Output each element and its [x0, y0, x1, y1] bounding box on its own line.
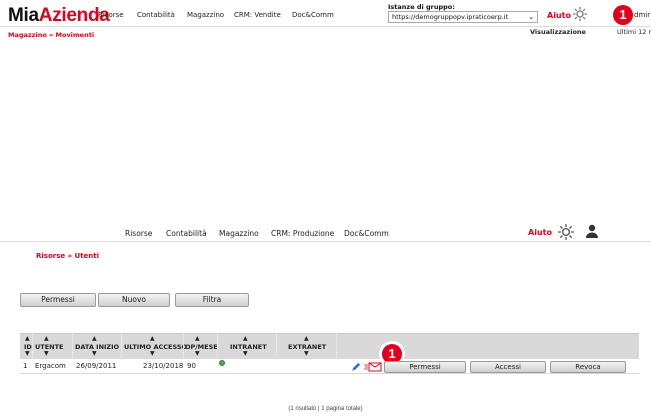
group-instances-label: Istanze di gruppo: — [388, 3, 455, 11]
nuovo-button[interactable]: Nuovo — [98, 293, 170, 307]
chevron-down-icon: ⌄ — [528, 13, 534, 21]
sort-up-icon[interactable]: ▲ — [243, 335, 248, 342]
help-link-2[interactable]: Aiuto — [528, 228, 552, 237]
filtra-button[interactable]: Filtra — [175, 293, 249, 307]
breadcrumb-2[interactable]: Risorse » Utenti — [36, 252, 99, 260]
sort-up-icon[interactable]: ▲ — [92, 335, 97, 342]
row-revoca-button[interactable]: Revoca — [550, 361, 626, 373]
row-accessi-button[interactable]: Accessi — [470, 361, 546, 373]
sort-down-icon[interactable]: ▼ — [44, 350, 49, 357]
user-name[interactable]: dmir — [634, 11, 650, 19]
nav2-contabilita[interactable]: Contabilità — [166, 229, 207, 238]
sort-up-icon[interactable]: ▲ — [25, 335, 30, 342]
row-permessi-button[interactable]: Permessi — [384, 361, 466, 373]
app-logo[interactable]: MiaAzienda — [8, 5, 110, 27]
notification-badge[interactable]: 1 — [613, 5, 633, 25]
sort-up-icon[interactable]: ▲ — [195, 335, 200, 342]
nav-crm-vendite[interactable]: CRM: Vendite — [234, 11, 281, 19]
nav-doc-comm[interactable]: Doc&Comm — [292, 11, 334, 19]
sort-down-icon[interactable]: ▼ — [195, 350, 200, 357]
cell-ultimo-accesso: 23/10/2018 — [143, 362, 184, 370]
user-icon[interactable] — [584, 223, 600, 239]
sort-down-icon[interactable]: ▼ — [25, 350, 30, 357]
results-summary: (1 risultato | 1 pagina totale) — [288, 406, 363, 412]
nav-contabilita[interactable]: Contabilità — [137, 11, 175, 19]
nav-magazzino[interactable]: Magazzino — [187, 11, 224, 19]
group-instances-value: https://demogruppopv.ipraticoerp.it — [392, 13, 509, 21]
nav2-crm-produzione[interactable]: CRM: Produzione — [271, 229, 334, 238]
gear-icon[interactable] — [572, 6, 588, 22]
intranet-status-dot — [219, 360, 225, 366]
sort-down-icon[interactable]: ▼ — [150, 350, 155, 357]
nav2-doc-comm[interactable]: Doc&Comm — [344, 229, 389, 238]
cell-utente: Ergacom — [35, 362, 66, 370]
nav2-magazzino[interactable]: Magazzino — [219, 229, 259, 238]
sort-up-icon[interactable]: ▲ — [44, 335, 49, 342]
cell-data-inizio: 26/09/2011 — [76, 362, 117, 370]
sort-down-icon[interactable]: ▼ — [92, 350, 97, 357]
nav2-risorse[interactable]: Risorse — [125, 229, 152, 238]
help-link[interactable]: Aiuto — [547, 11, 571, 20]
sort-down-icon[interactable]: ▼ — [243, 350, 248, 357]
mail-icon[interactable] — [364, 362, 382, 372]
visualization-label: Visualizzazione — [530, 28, 586, 36]
gear-icon[interactable] — [557, 223, 575, 241]
permessi-button[interactable]: Permessi — [20, 293, 96, 307]
header-divider — [0, 26, 651, 27]
cell-id: 1 — [23, 362, 28, 370]
table-header: ▲ ID ▼ ▲ UTENTE ▼ ▲ DATA INIZIO ▼ ▲ ULTI… — [20, 333, 639, 359]
visualization-value[interactable]: Ultimi 12 m — [617, 28, 651, 36]
table-row[interactable]: 1 Ergacom 26/09/2011 23/10/2018 90 — [20, 359, 639, 374]
sort-down-icon[interactable]: ▼ — [304, 350, 309, 357]
header-divider-2 — [0, 241, 651, 242]
nav-risorse[interactable]: Risorse — [98, 11, 124, 19]
sort-up-icon[interactable]: ▲ — [304, 335, 309, 342]
breadcrumb[interactable]: Magazzino » Movimenti — [8, 31, 94, 39]
edit-pencil-icon[interactable] — [350, 362, 361, 373]
cell-op-mese: 90 — [187, 362, 196, 370]
sort-up-icon[interactable]: ▲ — [150, 335, 155, 342]
group-instances-select[interactable]: https://demogruppopv.ipraticoerp.it ⌄ — [388, 11, 538, 23]
logo-prefix: Mia — [8, 5, 39, 26]
